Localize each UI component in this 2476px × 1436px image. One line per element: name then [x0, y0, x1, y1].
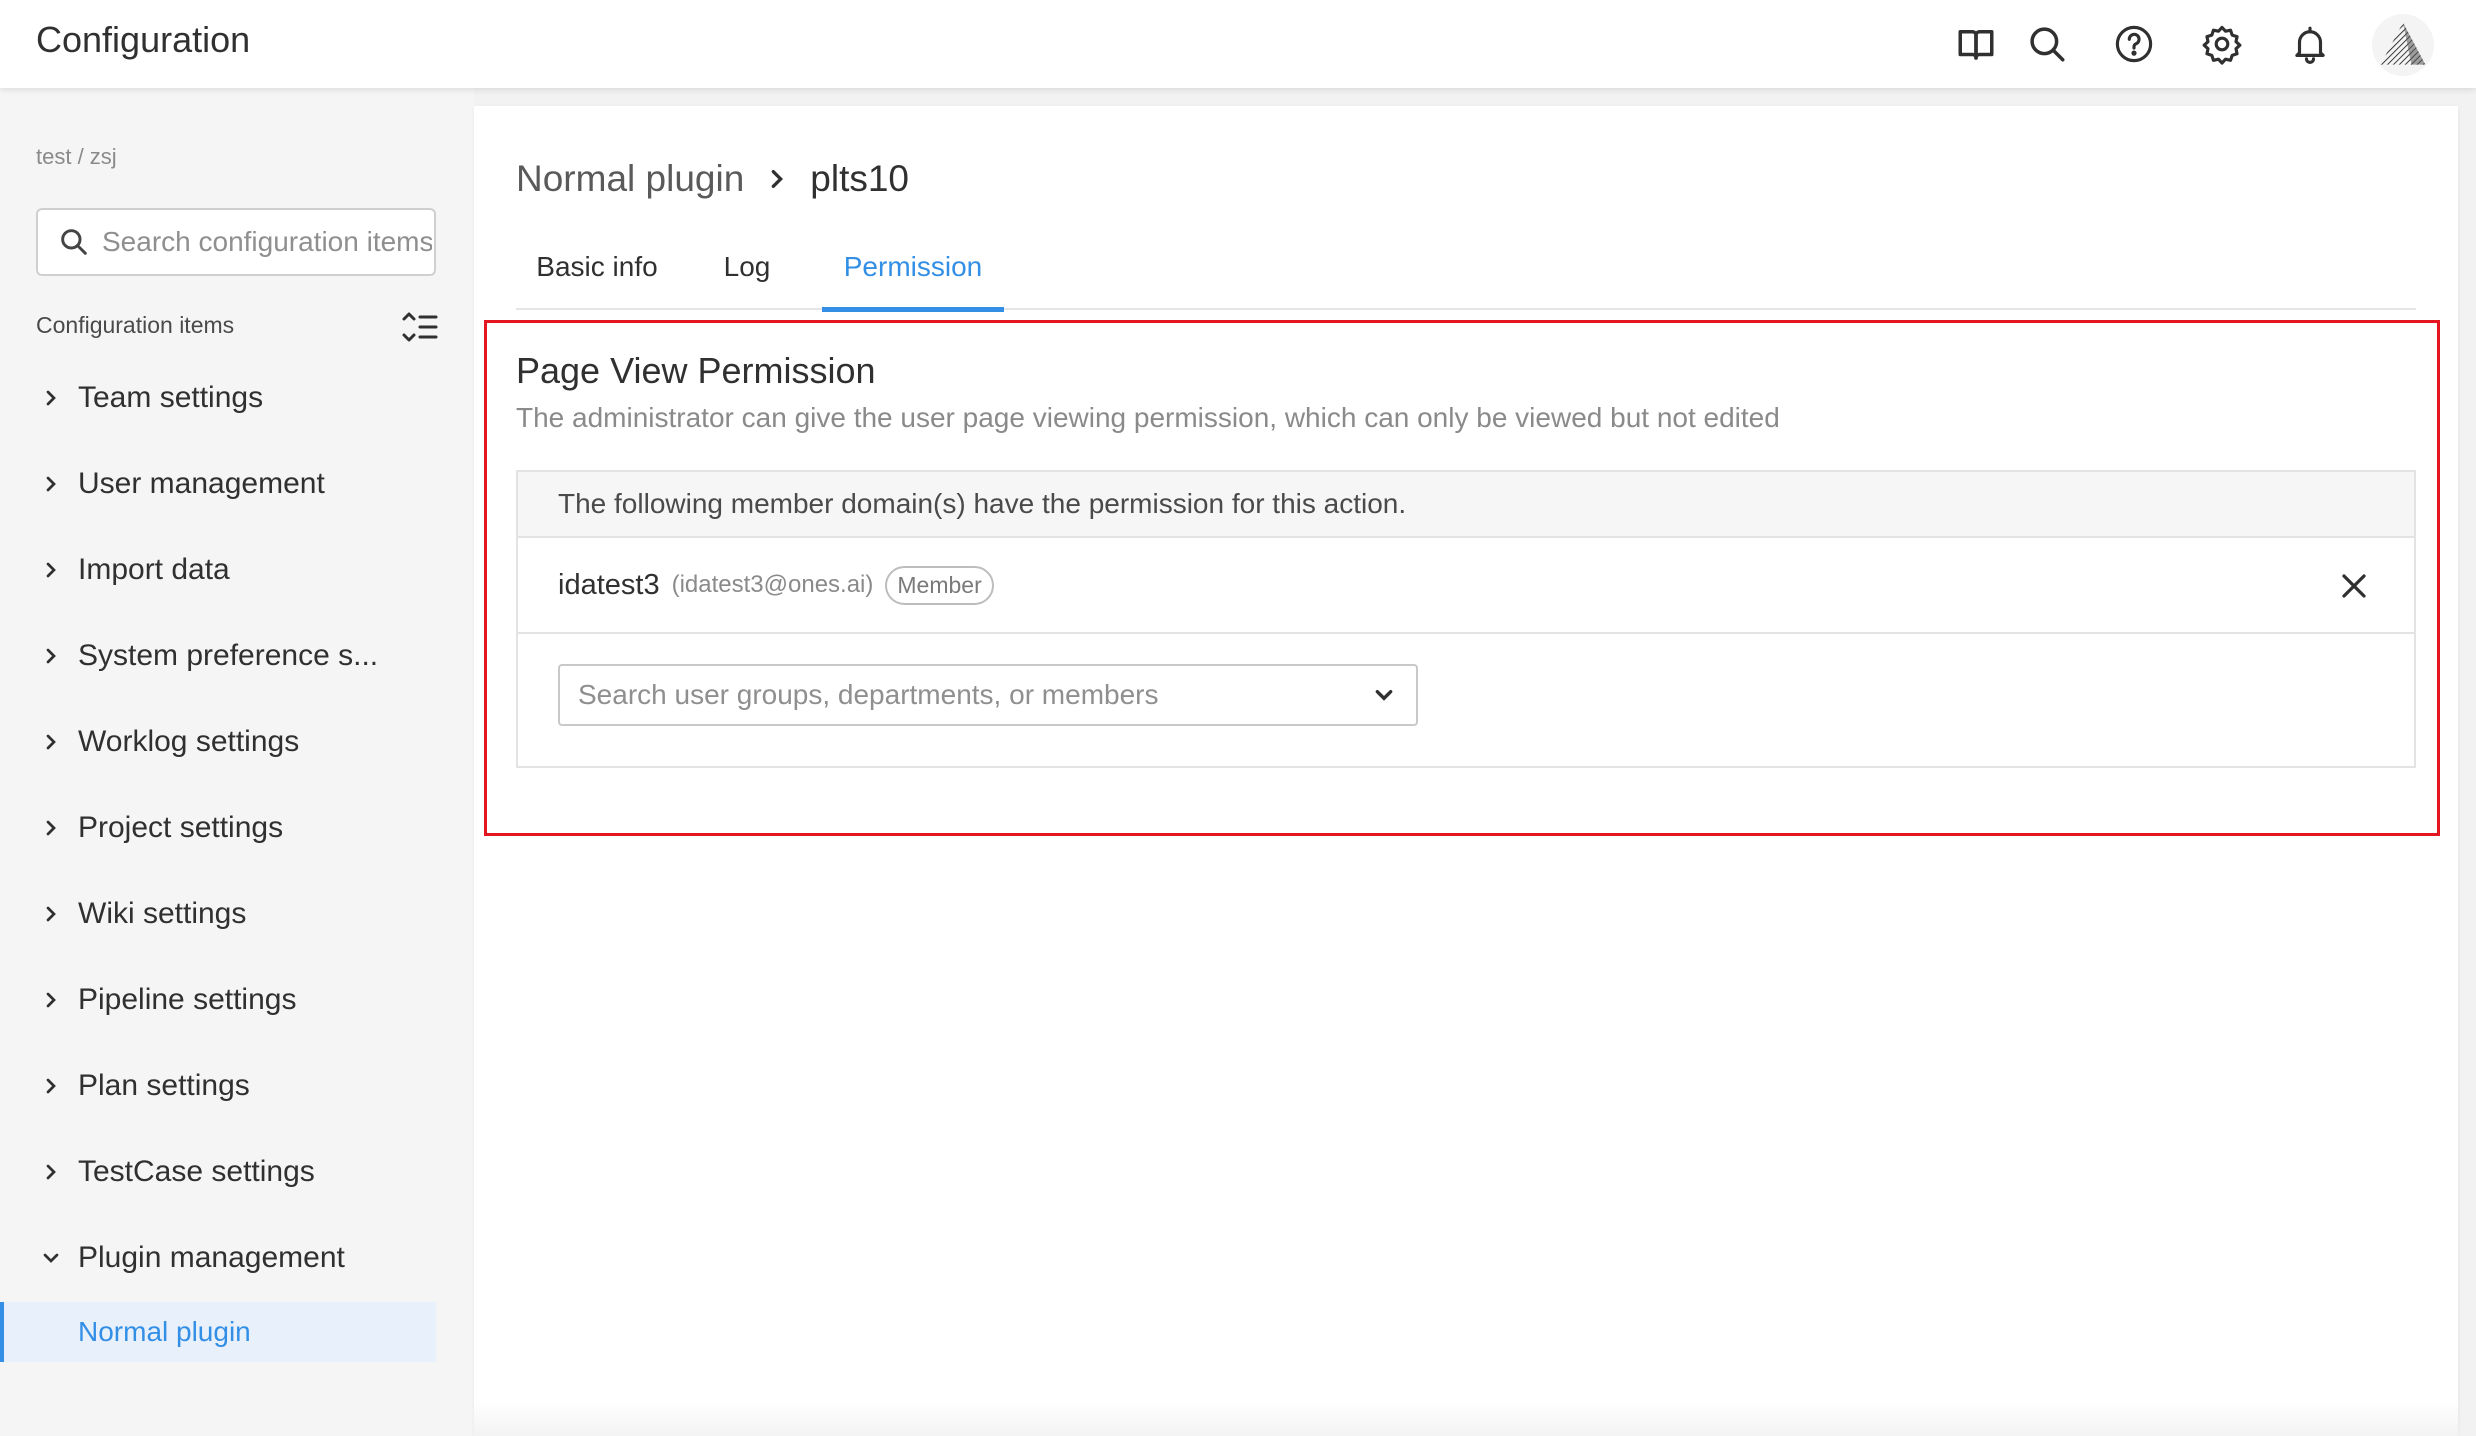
chevron-right-icon	[40, 731, 62, 753]
nav-item-label: Plugin management	[78, 1241, 345, 1274]
nav-item-pipeline-settings[interactable]: Pipeline settings	[0, 970, 474, 1030]
bottom-fade	[474, 1400, 2458, 1436]
nav-item-wiki-settings[interactable]: Wiki settings	[0, 884, 474, 944]
nav-item-label: User management	[78, 467, 325, 500]
permission-description: The administrator can give the user page…	[516, 402, 1780, 433]
permission-table: The following member domain(s) have the …	[516, 470, 2416, 768]
breadcrumb-current: plts10	[810, 158, 910, 199]
chevron-right-icon	[40, 387, 62, 409]
permission-table-header: The following member domain(s) have the …	[518, 472, 2414, 538]
config-search-input[interactable]	[102, 226, 432, 258]
nav-item-worklog-settings[interactable]: Worklog settings	[0, 712, 474, 772]
nav-item-label: Pipeline settings	[78, 983, 297, 1016]
settings-icon[interactable]	[2196, 18, 2248, 70]
nav-item-label: Worklog settings	[78, 725, 300, 758]
nav-item-plan-settings[interactable]: Plan settings	[0, 1056, 474, 1116]
tab-basic-info[interactable]: Basic info	[516, 224, 678, 310]
tab-bar: Basic info Log Permission	[516, 224, 2416, 312]
bell-icon[interactable]	[2284, 18, 2336, 70]
permission-title: Page View Permission	[516, 350, 876, 391]
nav-item-label: Wiki settings	[78, 897, 247, 930]
app-title: Configuration	[36, 19, 251, 60]
chevron-right-icon	[40, 645, 62, 667]
book-icon[interactable]	[1950, 18, 2002, 70]
chevron-right-icon	[40, 1075, 62, 1097]
avatar[interactable]	[2372, 14, 2434, 76]
nav-item-project-settings[interactable]: Project settings	[0, 798, 474, 858]
member-select-placeholder: Search user groups, departments, or memb…	[578, 679, 1159, 710]
sidebar: test / zsj Configuration items Team sett…	[0, 88, 474, 1436]
chevron-right-icon	[762, 164, 792, 194]
nav-sub-item-label: Normal plugin	[78, 1316, 251, 1347]
nav-item-system-preference[interactable]: System preference s...	[0, 626, 474, 686]
nav-item-label: Project settings	[78, 811, 284, 844]
nav-item-team-settings[interactable]: Team settings	[0, 368, 474, 428]
nav-item-label: Plan settings	[78, 1069, 250, 1102]
close-icon	[2342, 574, 2366, 598]
main-panel: Normal plugin plts10 Basic info Log Perm…	[474, 106, 2458, 1436]
member-email: (idatest3@ones.ai)	[671, 571, 874, 598]
top-bar: Configuration	[0, 0, 2476, 88]
nav-item-plugin-management[interactable]: Plugin management	[0, 1228, 474, 1288]
nav-item-label: Team settings	[78, 381, 264, 414]
chevron-right-icon	[40, 903, 62, 925]
breadcrumb-parent-link[interactable]: Normal plugin	[516, 158, 744, 200]
nav-item-testcase-settings[interactable]: TestCase settings	[0, 1142, 474, 1202]
team-breadcrumb: test / zsj	[36, 144, 117, 169]
search-icon[interactable]	[2021, 18, 2073, 70]
search-icon	[61, 229, 87, 255]
remove-member-button[interactable]	[2336, 568, 2372, 604]
chevron-down-icon	[1370, 681, 1398, 709]
help-icon[interactable]	[2108, 18, 2160, 70]
breadcrumb: Normal plugin plts10	[516, 154, 909, 204]
nav-item-label: TestCase settings	[78, 1155, 315, 1188]
nav-item-import-data[interactable]: Import data	[0, 540, 474, 600]
chevron-right-icon	[40, 1161, 62, 1183]
tab-permission[interactable]: Permission	[822, 224, 1004, 312]
chevron-right-icon	[40, 559, 62, 581]
nav-item-normal-plugin[interactable]: Normal plugin	[0, 1302, 436, 1362]
member-row: idatest3 (idatest3@ones.ai) Member	[518, 538, 2414, 634]
chevron-right-icon	[40, 473, 62, 495]
nav-item-label: System preference s...	[78, 639, 379, 672]
member-name: idatest3	[558, 568, 660, 601]
collapse-list-icon[interactable]	[400, 310, 440, 344]
config-items-label: Configuration items	[36, 312, 235, 338]
member-type-badge: Member	[885, 565, 994, 605]
nav-item-user-management[interactable]: User management	[0, 454, 474, 514]
chevron-right-icon	[40, 817, 62, 839]
config-search[interactable]	[36, 208, 436, 276]
member-search-select[interactable]: Search user groups, departments, or memb…	[558, 664, 1418, 726]
nav-item-label: Import data	[78, 553, 230, 586]
chevron-down-icon	[40, 1247, 62, 1269]
tab-log[interactable]: Log	[694, 224, 800, 310]
chevron-right-icon	[40, 989, 62, 1011]
